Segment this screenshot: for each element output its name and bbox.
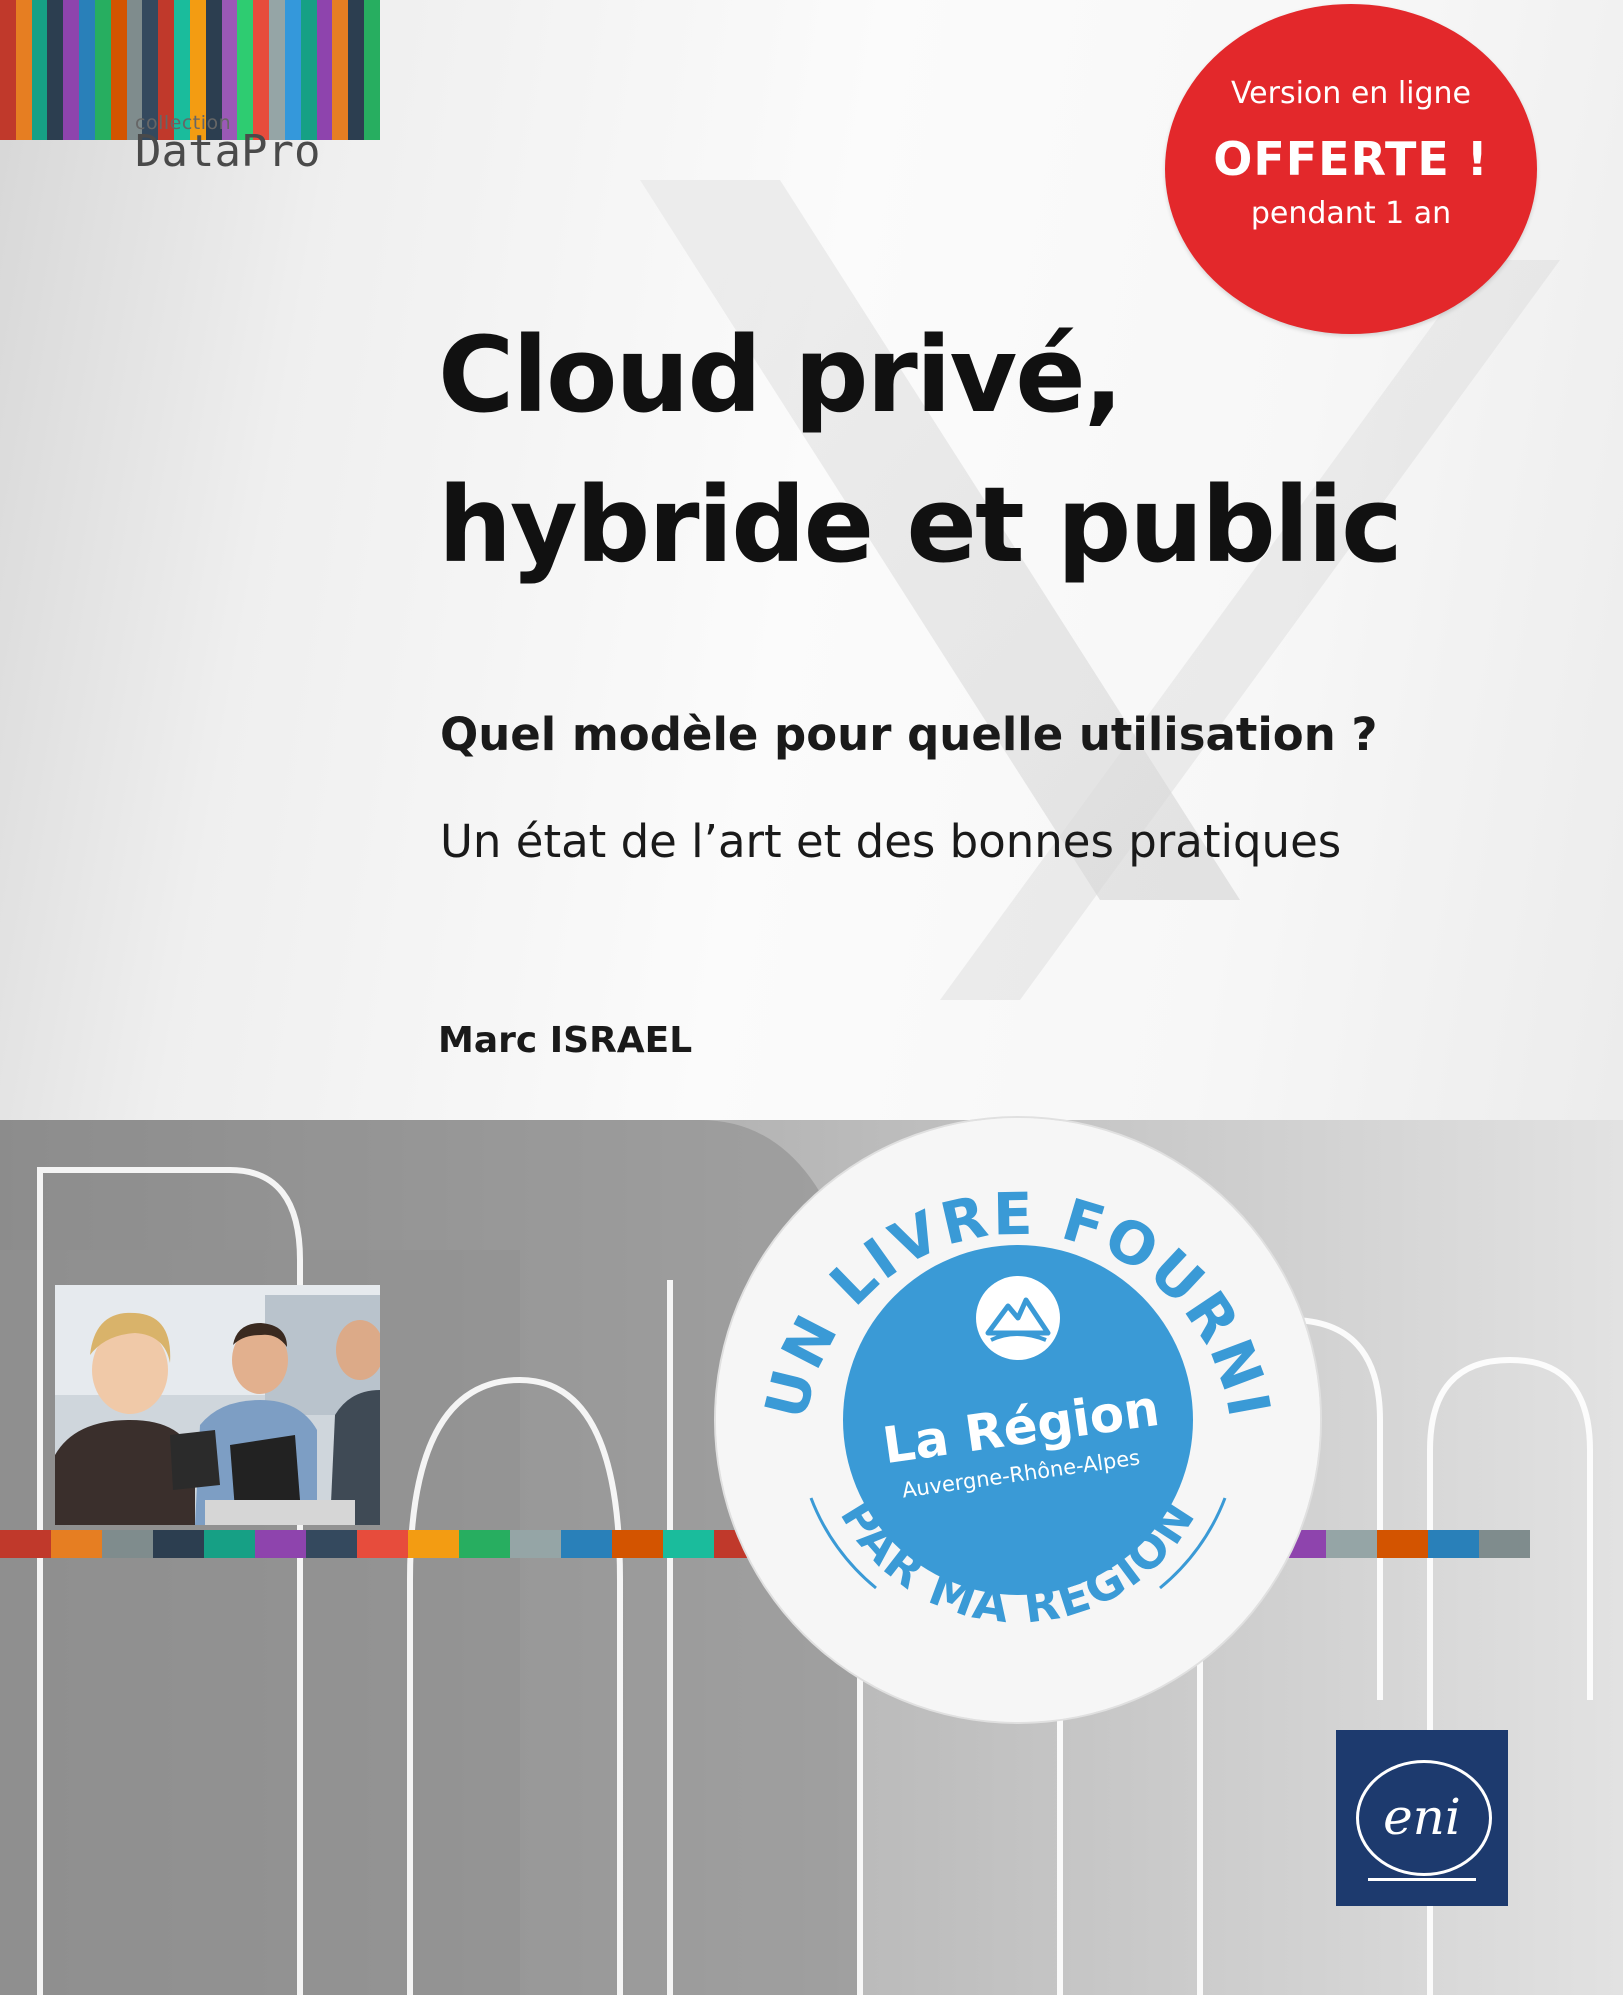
colorbar-segment [204,1530,255,1558]
collection-logo: collection DataPro [135,112,321,177]
colorbar-segment [153,1530,204,1558]
colorbar-segment [1377,1530,1428,1558]
stripe [31,0,48,140]
mountain-icon [976,1276,1060,1360]
colorbar-segment [1428,1530,1479,1558]
people-photo-icon [55,1285,380,1525]
book-subtitle: Quel modèle pour quelle utilisation ? [440,708,1378,761]
colorbar-segment [306,1530,357,1558]
colorbar-segment [612,1530,663,1558]
colorbar-segment [51,1530,102,1558]
book-tagline: Un état de l’art et des bonnes pratiques [440,815,1342,868]
stripe [110,0,127,140]
offer-badge: Version en ligne OFFERTE ! pendant 1 an [1165,4,1537,334]
stripe [94,0,111,140]
book-cover: collection DataPro Version en ligne OFFE… [0,0,1623,1995]
title-line2: hybride et public [438,464,1403,586]
stripe [79,0,95,140]
offer-line1: Version en ligne [1230,76,1472,111]
colorbar-segment [1479,1530,1530,1558]
collection-name: DataPro [135,126,321,177]
colorbar-segment [102,1530,153,1558]
cover-photo [55,1285,380,1525]
title-line1: Cloud privé, [438,314,1123,436]
book-author: Marc ISRAEL [438,1020,693,1061]
stripe [0,0,16,140]
stripe [332,0,349,140]
book-title: Cloud privé, hybride et public [438,300,1403,600]
offer-line2: OFFERTE ! [1213,132,1489,186]
region-sticker: UN LIVRE FOURNI PAR MA RÉGION La Région … [716,1118,1320,1722]
publisher-name: eni [1383,1788,1461,1846]
publisher-underline [1368,1878,1476,1881]
stripe [348,0,365,140]
colorbar-segment [357,1530,408,1558]
publisher-logo: eni [1336,1730,1508,1906]
colorbar-segment [459,1530,510,1558]
colorbar-segment [0,1530,51,1558]
stripe [63,0,80,140]
colorbar-segment [510,1530,561,1558]
colorbar-segment [408,1530,459,1558]
stripe [364,0,380,140]
stripe [15,0,32,140]
colorbar-segment [1326,1530,1377,1558]
offer-line3: pendant 1 an [1250,196,1452,231]
colorbar-segment [255,1530,306,1558]
stripe [47,0,64,140]
colorbar-segment [663,1530,714,1558]
colorbar-segment [561,1530,612,1558]
